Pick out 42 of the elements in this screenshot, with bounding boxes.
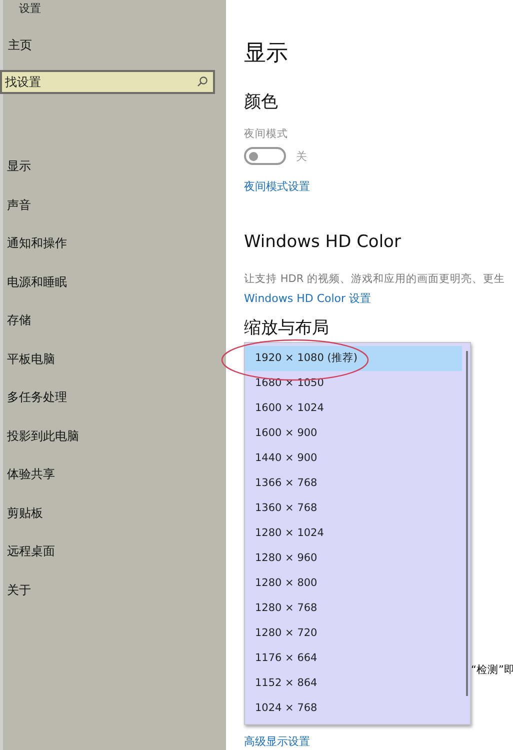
sidebar-item[interactable]: 多任务处理 (3, 388, 67, 408)
sidebar-item[interactable]: 剪贴板 (3, 504, 43, 523)
resolution-option[interactable]: 1280 × 800 (245, 571, 462, 596)
sidebar-item[interactable]: 关于 (3, 580, 31, 600)
resolution-option[interactable]: 1176 × 664 (245, 646, 462, 671)
resolution-option[interactable]: 1360 × 768 (245, 496, 462, 521)
night-light-label: 夜间模式 (244, 127, 288, 141)
resolution-option[interactable]: 1280 × 768 (245, 596, 462, 621)
search-field[interactable]: 找设置 (0, 70, 215, 94)
sidebar-item[interactable]: 通知和操作 (3, 234, 67, 254)
resolution-option[interactable]: 1440 × 900 (245, 446, 462, 471)
section-heading: 缩放与布局 (244, 317, 329, 339)
window-title: 设置 (18, 1, 41, 17)
sidebar-item[interactable]: 声音 (3, 196, 31, 215)
resolution-option[interactable]: 1600 × 1024 (245, 396, 462, 421)
advanced-display-settings-link[interactable]: 高级显示设置 (244, 734, 310, 749)
search-icon[interactable] (197, 76, 208, 87)
resolution-option[interactable]: 1366 × 768 (245, 471, 462, 496)
section-heading: Windows HD Color (244, 232, 401, 252)
section-heading: 颜色 (244, 91, 278, 113)
page-title: 显示 (244, 40, 288, 68)
home-link[interactable]: 主页 (8, 37, 32, 54)
scrollbar[interactable] (466, 351, 468, 696)
resolution-option[interactable]: 1024 × 768 (245, 696, 462, 721)
sidebar-item[interactable]: 远程桌面 (3, 542, 55, 562)
sidebar-item[interactable]: 存储 (3, 311, 31, 330)
toggle-state-text: 关 (296, 148, 307, 164)
hdr-description: 让支持 HDR 的视频、游戏和应用的画面更明亮、更生 (244, 272, 505, 286)
night-light-toggle[interactable] (244, 147, 286, 165)
sidebar-item[interactable]: 体验共享 (3, 465, 55, 484)
resolution-option[interactable]: 1280 × 720 (245, 621, 462, 646)
sidebar-item[interactable]: 投影到此电脑 (3, 426, 79, 446)
resolution-option[interactable]: 1600 × 900 (245, 421, 462, 446)
resolution-option[interactable]: 1280 × 960 (245, 546, 462, 571)
sidebar-item[interactable]: 电源和睡眠 (3, 272, 67, 292)
resolution-option[interactable]: 1920 × 1080 (推荐) (245, 346, 462, 371)
sidebar-item[interactable]: 显示 (3, 157, 31, 176)
resolution-option[interactable]: 1152 × 864 (245, 671, 462, 696)
night-light-settings-link[interactable]: 夜间模式设置 (244, 179, 310, 194)
sidebar-item[interactable]: 平板电脑 (3, 350, 55, 369)
resolution-option[interactable]: 1280 × 1024 (245, 521, 462, 546)
hd-color-settings-link[interactable]: Windows HD Color 设置 (244, 291, 372, 306)
